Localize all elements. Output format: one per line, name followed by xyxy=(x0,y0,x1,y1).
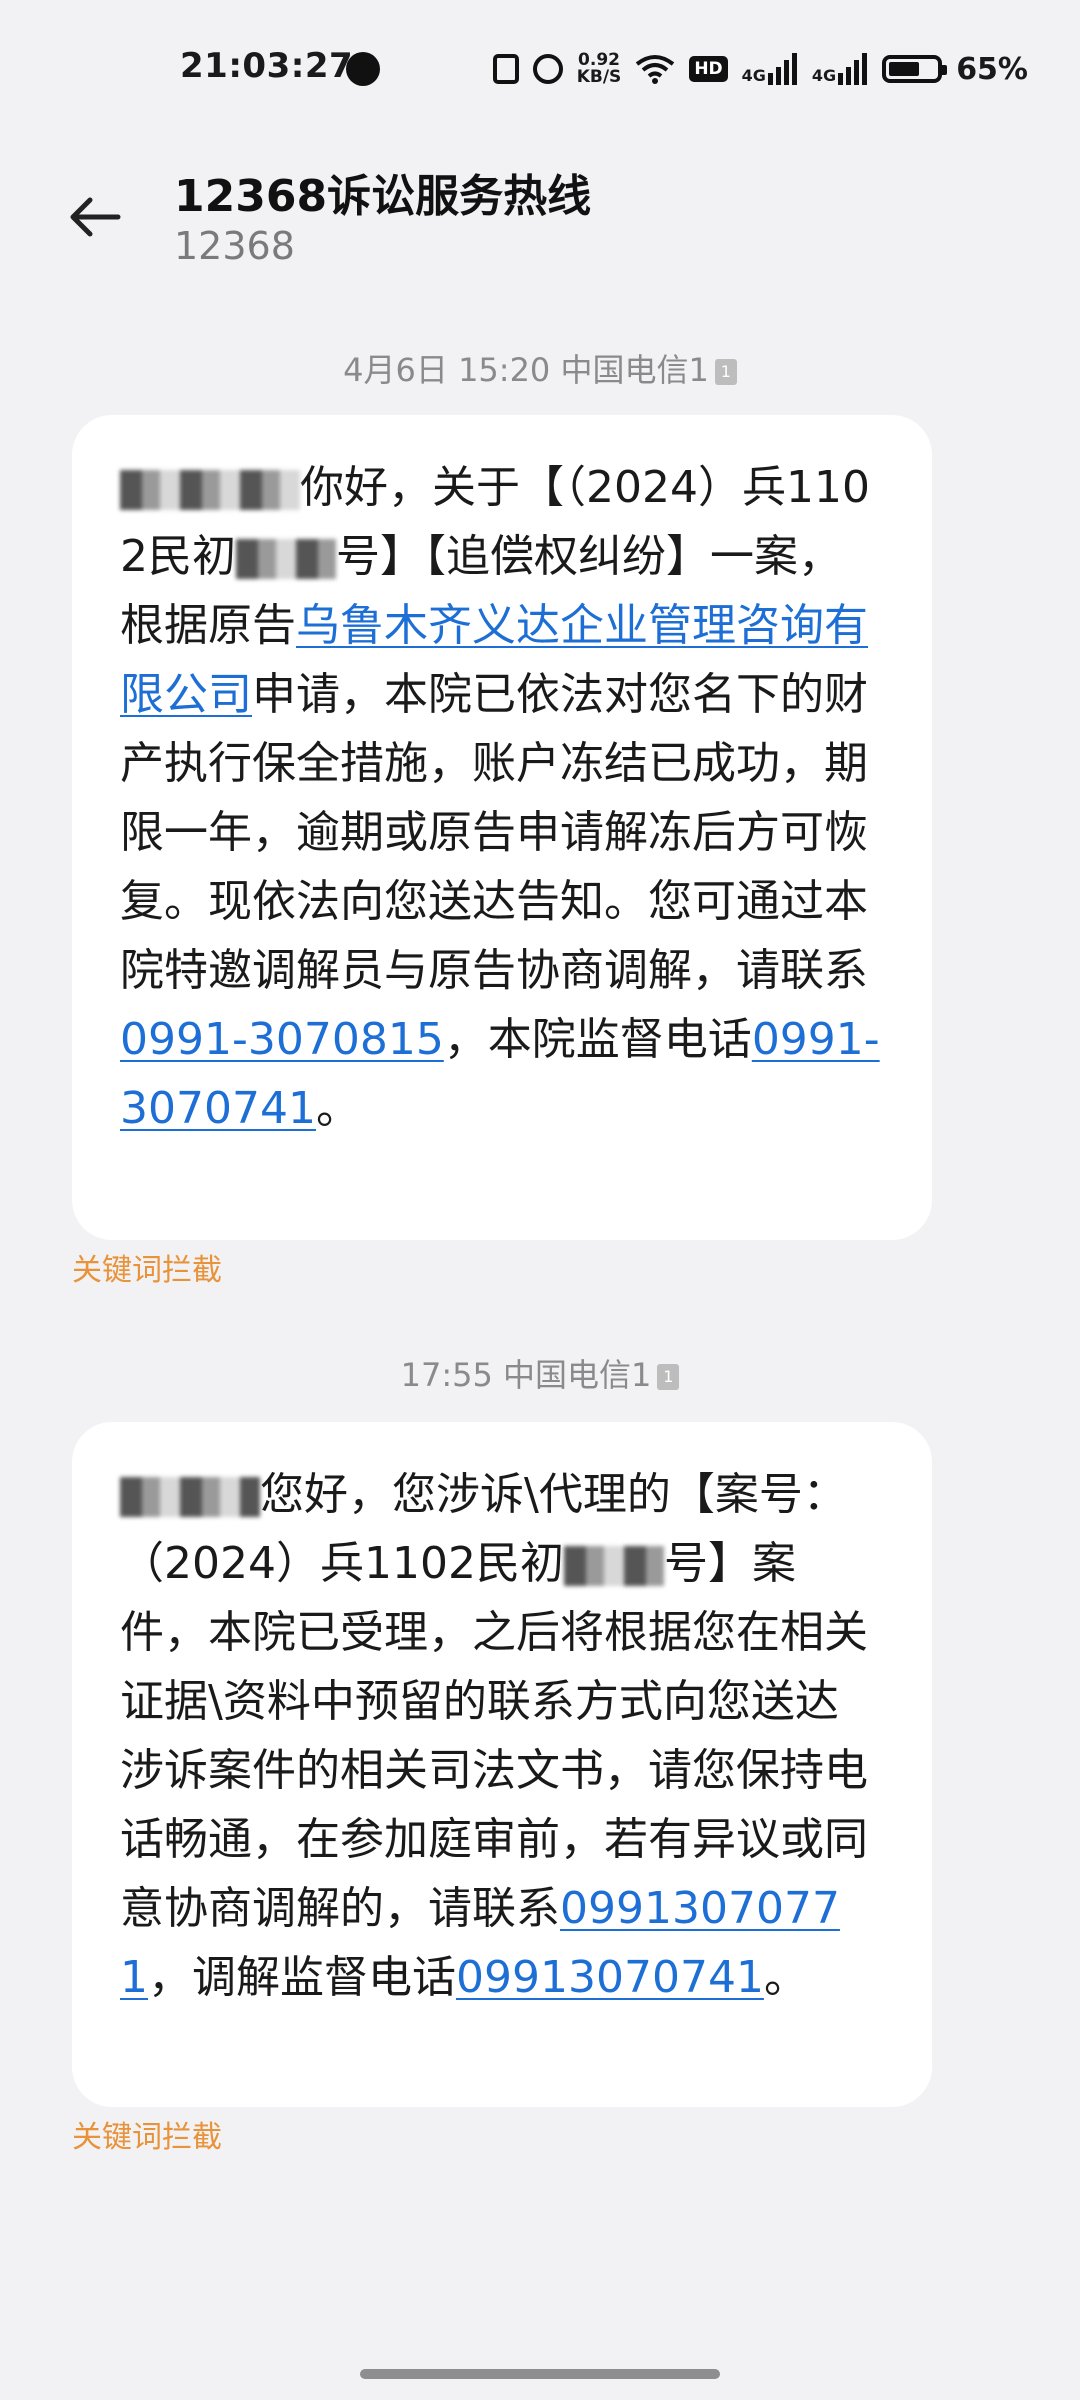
mediator-phone-link[interactable]: 0991-3070815 xyxy=(120,1014,444,1065)
contact-number[interactable]: 12368 xyxy=(174,224,295,268)
message-meta-text: 17:55 中国电信1 xyxy=(400,1356,652,1394)
keyword-block-tag: 关键词拦截 xyxy=(72,1253,222,1288)
contact-name[interactable]: 12368诉讼服务热线 xyxy=(174,160,591,224)
message-bubble[interactable]: 您好，您涉诉\代理的【案号：（2024）兵1102民初 号】案件，本院已受理，之后… xyxy=(72,1422,932,2107)
signal-sim2: 4G xyxy=(812,53,868,85)
status-bar: 21:03:27 0.92 KB/S HD 4G 4G 65% xyxy=(0,0,1080,140)
home-indicator[interactable] xyxy=(360,2369,720,2379)
status-time: 21:03:27 xyxy=(180,46,354,86)
sim-badge-icon: 1 xyxy=(657,1364,680,1390)
message-body-2: ，调解监督电话 xyxy=(148,1952,456,2003)
battery-icon xyxy=(882,55,948,83)
alarm-icon xyxy=(532,54,563,84)
message-end: 。 xyxy=(315,1083,360,1134)
wifi-icon xyxy=(636,55,675,84)
message-body-2: ，本院监督电话 xyxy=(443,1014,752,1065)
message-bubble[interactable]: 你好，关于【（2024）兵1102民初 号】【追偿权纠纷】一案，根据原告乌鲁木齐义… xyxy=(72,415,932,1240)
signal-sim2-label: 4G xyxy=(811,66,837,85)
conversation-header: 12368诉讼服务热线 12368 xyxy=(0,140,1080,290)
redacted-name xyxy=(120,470,300,510)
message-case-suffix: 号】案件，本院已受理，之后将根据您在相关证据\资料中预留的联系方式向您送达涉诉案… xyxy=(120,1538,868,1934)
battery-percent: 65% xyxy=(956,51,1028,87)
message-timestamp: 4月6日 15:20 中国电信1 1 xyxy=(0,345,1080,391)
supervision-phone-link[interactable]: 09913070741 xyxy=(456,1952,764,2003)
message-end: 。 xyxy=(763,1952,808,2003)
message-text: 你好，关于【（2024）兵1102民初 号】【追偿权纠纷】一案，根据原告乌鲁木齐义… xyxy=(120,453,882,1143)
status-icons: 0.92 KB/S HD 4G 4G 65% xyxy=(492,44,1028,94)
network-speed: 0.92 KB/S xyxy=(577,52,622,86)
back-arrow-icon[interactable] xyxy=(60,182,130,252)
sim-badge-icon: 1 xyxy=(714,359,737,385)
signal-bars-icon xyxy=(838,53,868,85)
redacted-case-number xyxy=(563,1546,664,1586)
redacted-name xyxy=(120,1477,260,1517)
signal-bars-icon xyxy=(767,53,797,85)
message-text: 您好，您涉诉\代理的【案号：（2024）兵1102民初 号】案件，本院已受理，之后… xyxy=(120,1460,882,2012)
notification-app-icon xyxy=(346,52,380,86)
redacted-case-number xyxy=(236,539,336,579)
signal-sim1: 4G xyxy=(742,53,798,85)
message-timestamp: 17:55 中国电信1 1 xyxy=(0,1350,1080,1396)
network-speed-unit: KB/S xyxy=(576,67,622,87)
message-meta-text: 4月6日 15:20 中国电信1 xyxy=(343,351,709,389)
keyword-block-tag: 关键词拦截 xyxy=(72,2120,222,2155)
signal-sim1-label: 4G xyxy=(741,66,766,85)
nfc-icon xyxy=(492,54,519,84)
hd-voice-icon: HD xyxy=(689,56,728,82)
